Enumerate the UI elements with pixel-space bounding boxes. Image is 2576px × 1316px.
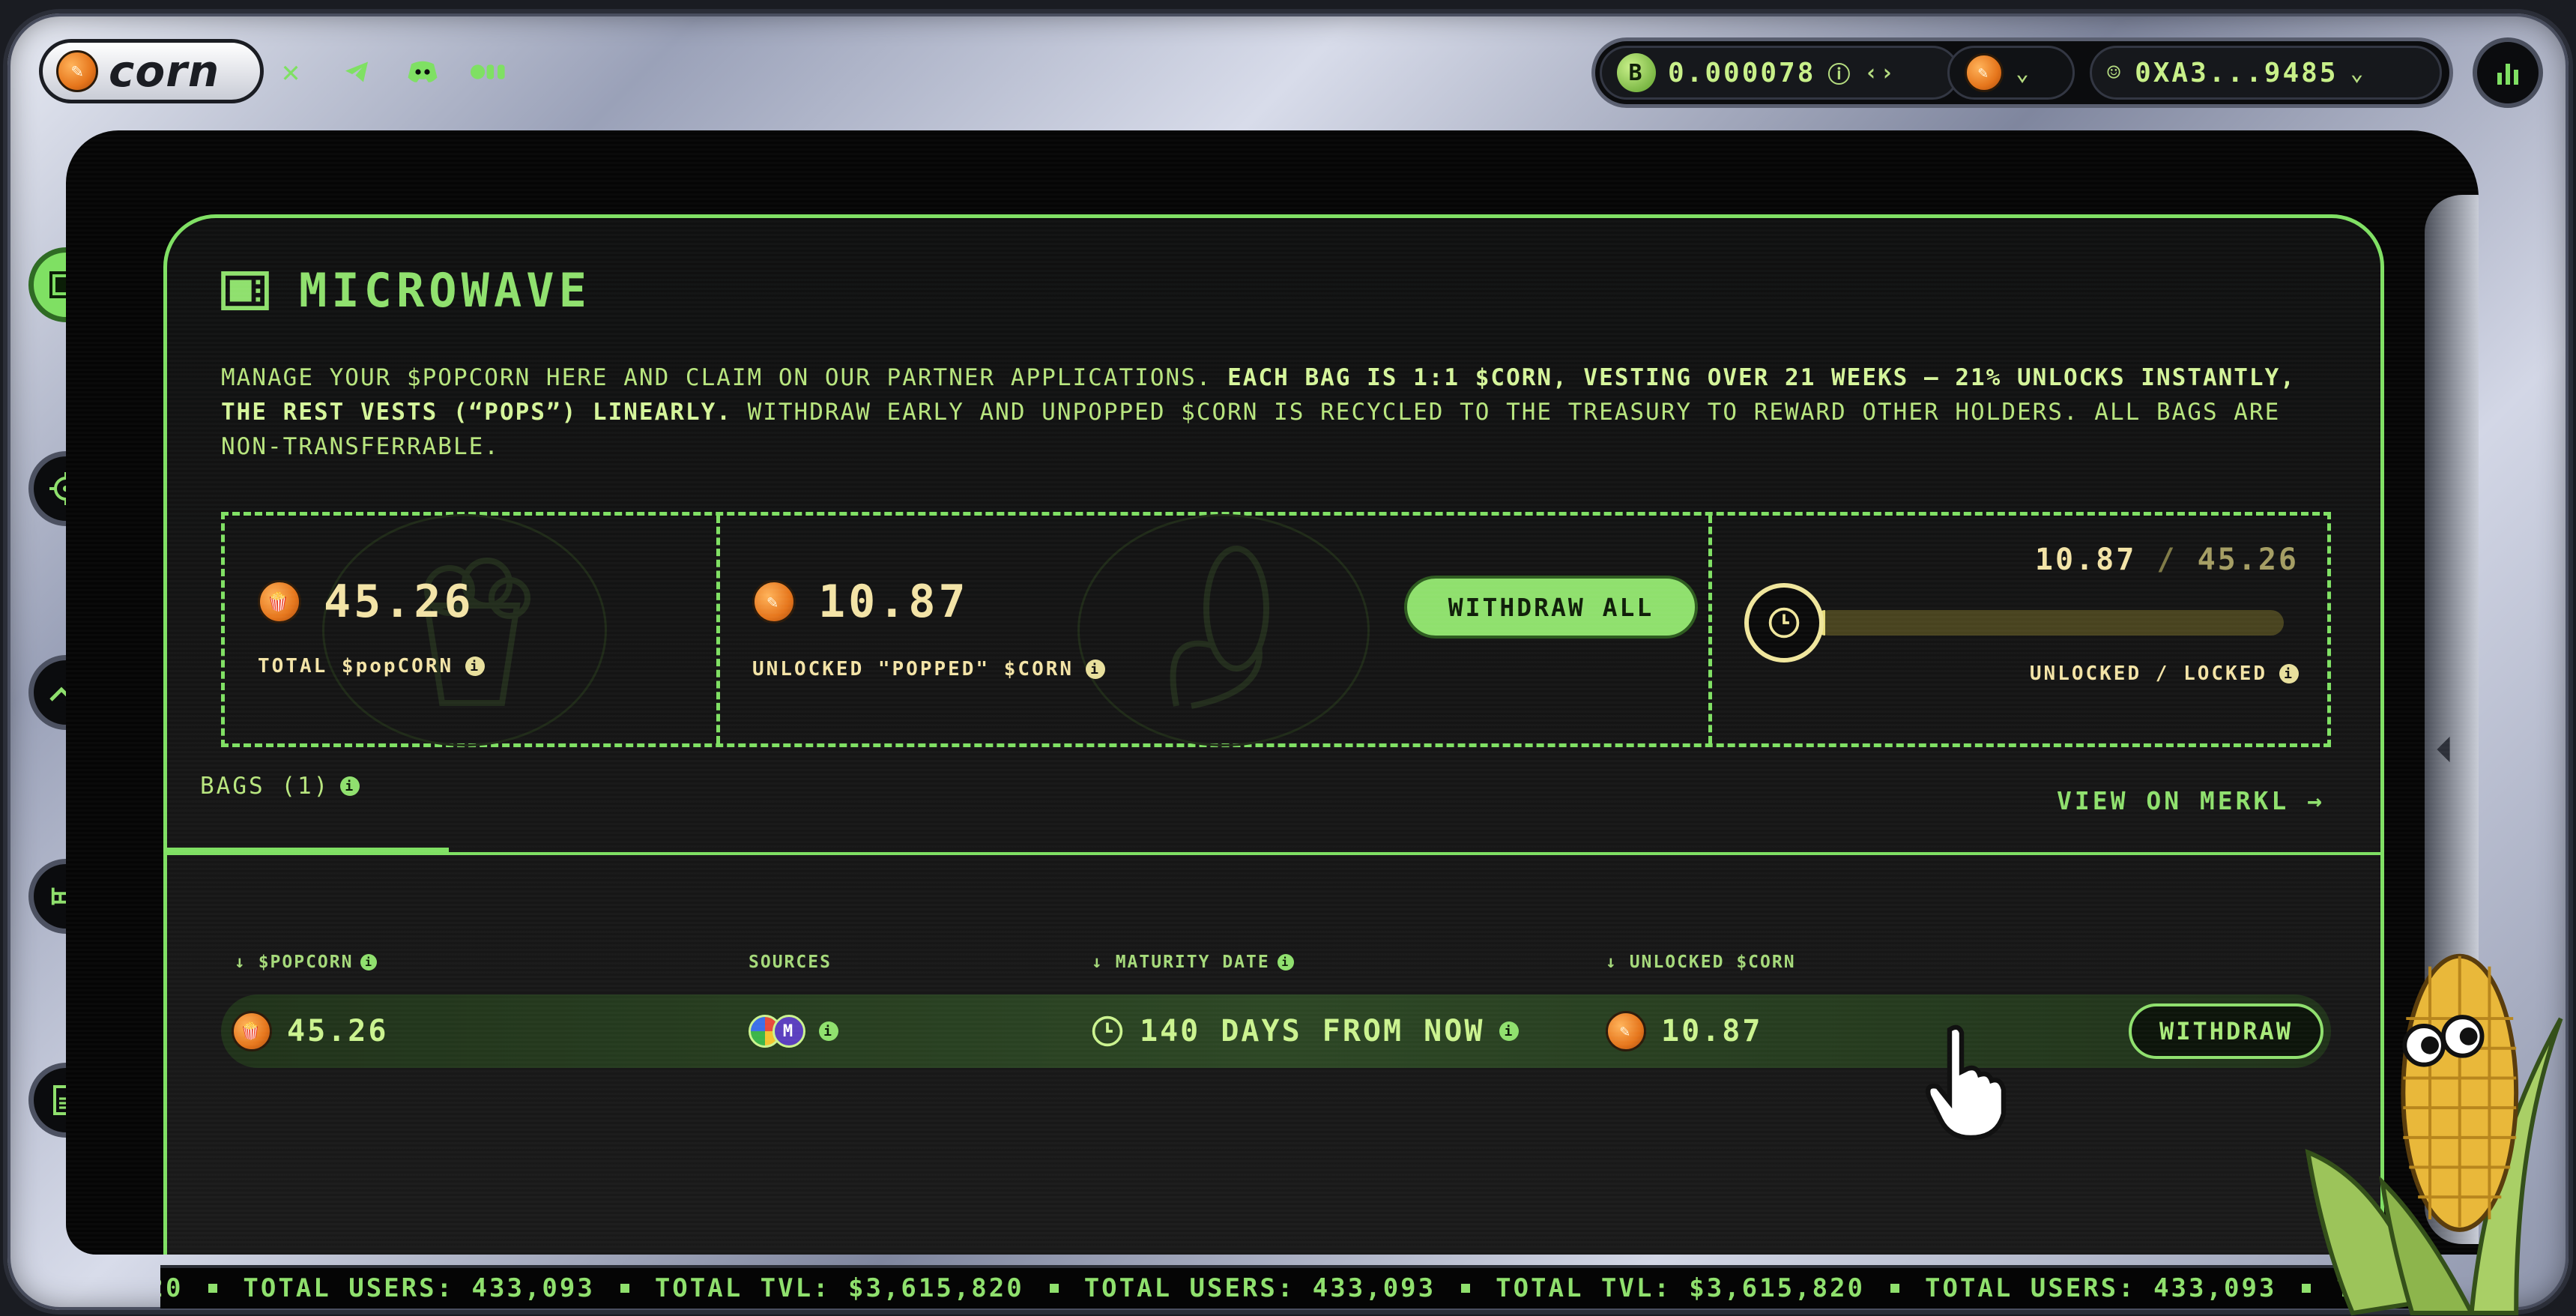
column-header-popcorn[interactable]: ↓ $POPCORN i (235, 953, 378, 972)
chevron-down-icon: ⌄ (2016, 59, 2032, 86)
bar-chart-icon (2497, 64, 2518, 85)
discord-icon[interactable] (405, 54, 441, 90)
panel-description: MANAGE YOUR $popCORN HERE AND CLAIM ON O… (221, 364, 2296, 460)
clock-icon (1768, 607, 1800, 639)
top-bar: ✎ corn ✕ B 0.000078 ⓘ ‹› ✎ ⌄ ☺ 0XA3...94… (33, 33, 2543, 114)
stats-divider (716, 516, 720, 743)
logo-text: corn (109, 46, 220, 97)
corn-coin-icon: ✎ (1606, 1011, 1646, 1051)
column-header-sources: SOURCES (749, 953, 832, 972)
microwave-panel: MICROWAVE MANAGE YOUR $popCORN HERE AND … (163, 214, 2384, 1255)
info-icon[interactable]: i (360, 954, 378, 971)
account-pill[interactable]: ☺ 0XA3...9485 ⌄ (2090, 46, 2442, 100)
cell-sources: M i (749, 994, 838, 1068)
token-select-pill[interactable]: ✎ ⌄ (1947, 46, 2075, 100)
unlocked-corn-value: ✎ 10.87 (752, 576, 969, 628)
hand-cursor-icon (1926, 1024, 2007, 1141)
source-merkl-icon: M (773, 1015, 805, 1048)
bitcoin-icon: B (1617, 53, 1656, 92)
withdraw-all-button[interactable]: WITHDRAW ALL (1404, 576, 1698, 639)
ticker-item: TOTAL USERS: 433,093 (243, 1273, 595, 1303)
unlocked-corn-label: UNLOCKED "POPPED" $CORN i (752, 658, 1106, 680)
column-header-maturity[interactable]: ↓ MATURITY DATE i (1092, 953, 1294, 972)
corn-cob-icon (1170, 546, 1269, 709)
corn-coin-icon: ✎ (1965, 53, 2004, 92)
stats-box: 🍿 45.26 TOTAL $popCORN i ✎ 10.87 UNLOCKED… (221, 512, 2331, 747)
tab-bags[interactable]: BAGS (1) i (200, 773, 360, 800)
ticker-item: TOTAL USERS: 433,093 (1083, 1273, 1436, 1303)
unlock-progress-section: 10.87 / 45.26 UNLOCKED / LOCKED i (1708, 516, 2335, 743)
info-icon[interactable]: i (340, 776, 360, 796)
clock-icon (1092, 1015, 1123, 1047)
btc-balance: 0.000078 (1668, 57, 1816, 88)
ticker-separator (1461, 1284, 1471, 1293)
info-icon[interactable]: i (1086, 659, 1106, 679)
corn-coin-icon: ✎ (56, 50, 98, 92)
ticker-item: TOTAL USERS: 433,093 (1924, 1273, 2277, 1303)
account-address: 0XA3...9485 (2135, 57, 2338, 88)
unlock-ratio-label: UNLOCKED / LOCKED i (2030, 662, 2299, 685)
tab-divider (167, 852, 2380, 855)
ticker-item: 820 (160, 1273, 184, 1303)
x-icon[interactable]: ✕ (273, 54, 309, 90)
ticker-separator (620, 1284, 629, 1293)
total-popcorn-value: 🍿 45.26 (258, 576, 474, 628)
page-title: MICROWAVE (299, 263, 591, 318)
ticker-separator (208, 1284, 218, 1293)
logo[interactable]: ✎ corn (39, 39, 264, 103)
info-icon[interactable]: i (1499, 1021, 1520, 1041)
smiley-icon: ☺ (2107, 59, 2123, 86)
gitbook-icon[interactable] (471, 54, 507, 90)
ticker-separator (1890, 1284, 1899, 1293)
main-screen: MICROWAVE MANAGE YOUR $popCORN HERE AND … (66, 130, 2479, 1255)
chevron-down-icon: ⌄ (2350, 59, 2366, 86)
tab-active-indicator (167, 848, 449, 854)
ticker-item: TOTAL TVL: $3,615,820 (1496, 1273, 1865, 1303)
popcorn-coin-icon: 🍿 (232, 1011, 272, 1051)
cell-maturity: 140 DAYS FROM NOW i (1090, 994, 1520, 1068)
column-header-unlocked[interactable]: ↓ UNLOCKED $CORN (1606, 953, 1796, 972)
info-icon[interactable]: i (1277, 954, 1294, 971)
view-on-merkl-link[interactable]: VIEW ON MERKL → (2057, 786, 2325, 815)
info-icon[interactable]: i (465, 657, 486, 676)
swap-arrows-icon[interactable]: ‹› (1864, 60, 1896, 86)
progress-track (1816, 610, 2284, 636)
stats-ticker: 820 TOTAL USERS: 433,093 TOTAL TVL: $3,615… (160, 1265, 2438, 1309)
cell-unlocked: ✎ 10.87 (1606, 994, 1762, 1068)
info-icon: ⓘ (1827, 62, 1853, 88)
unlock-ratio: 10.87 / 45.26 (2034, 543, 2299, 577)
cell-popcorn: 🍿 45.26 (232, 994, 388, 1068)
wallet-pill-group: B 0.000078 ⓘ ‹› ✎ ⌄ ☺ 0XA3...9485 ⌄ (1591, 37, 2453, 108)
table-row: 🍿 45.26 M i 140 DAYS FROM NOW i ✎ 10.87 … (221, 994, 2331, 1068)
info-icon[interactable]: i (819, 1021, 838, 1041)
info-icon[interactable]: i (2279, 664, 2299, 683)
telegram-icon[interactable] (339, 54, 375, 90)
ticker-content: 820 TOTAL USERS: 433,093 TOTAL TVL: $3,615… (160, 1273, 2438, 1303)
corn-coin-icon: ✎ (752, 580, 796, 624)
progress-knob[interactable] (1744, 583, 1824, 662)
corn-mascot-icon (2305, 953, 2563, 1316)
popcorn-bag-icon (423, 558, 531, 706)
stats-chart-button[interactable] (2473, 37, 2543, 108)
unlock-progress-bar (1744, 583, 2284, 662)
chevron-left-icon (2437, 736, 2450, 763)
panel-header: MICROWAVE (221, 263, 591, 318)
social-links: ✕ (273, 54, 507, 90)
ticker-item: TOTAL TVL: $3,615,820 (654, 1273, 1024, 1303)
total-popcorn-label: TOTAL $popCORN i (258, 655, 486, 677)
ticker-separator (1049, 1284, 1059, 1293)
popcorn-coin-icon: 🍿 (258, 580, 301, 624)
microwave-icon (221, 271, 269, 310)
btc-balance-pill[interactable]: B 0.000078 ⓘ ‹› (1600, 46, 1959, 100)
